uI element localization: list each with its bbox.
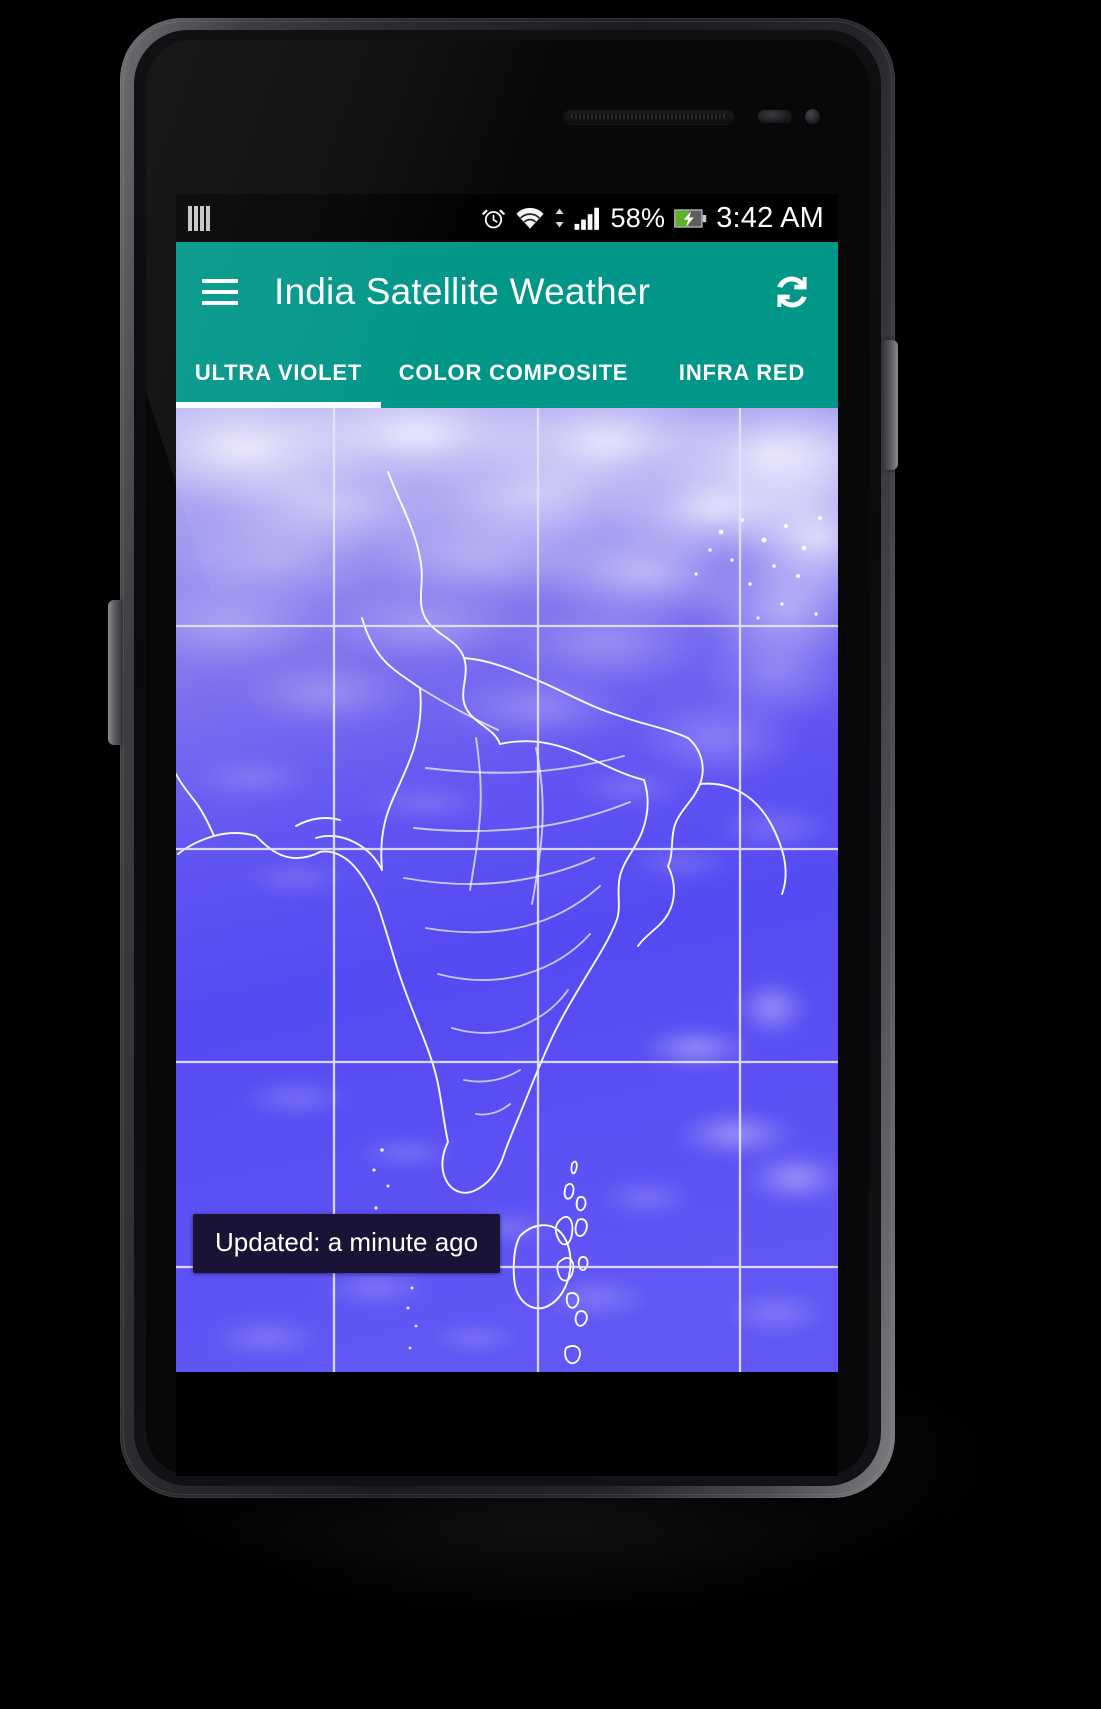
- proximity-sensor: [758, 110, 792, 123]
- bottom-bezel: [176, 1372, 838, 1476]
- tab-ultra-violet[interactable]: ULTRA VIOLET: [176, 342, 381, 386]
- status-bar-right: 58% 3:42 AM: [481, 201, 824, 234]
- power-button[interactable]: [882, 340, 898, 470]
- clock-label: 3:42 AM: [716, 201, 824, 234]
- hamburger-line-3: [202, 301, 238, 305]
- wifi-icon: [515, 207, 544, 229]
- screenshot-canvas: 58% 3:42 AM India Satellite Weather ULTR…: [0, 0, 1101, 1709]
- hamburger-menu-icon[interactable]: [202, 279, 238, 305]
- app-bar: India Satellite Weather: [176, 242, 838, 342]
- battery-percent-label: 58%: [610, 202, 666, 233]
- tab-color-composite[interactable]: COLOR COMPOSITE: [381, 342, 646, 386]
- hamburger-line-1: [202, 279, 238, 283]
- volume-button[interactable]: [108, 600, 123, 745]
- status-bar-left: [188, 205, 210, 231]
- toast-message: Updated: a minute ago: [193, 1214, 501, 1273]
- android-status-bar: 58% 3:42 AM: [176, 194, 838, 242]
- battery-charging-icon: [674, 208, 707, 228]
- refresh-button[interactable]: [768, 268, 816, 316]
- tab-bar: ULTRA VIOLET COLOR COMPOSITE INFRA RED: [176, 342, 838, 408]
- hamburger-line-2: [202, 290, 238, 294]
- device-screen: 58% 3:42 AM India Satellite Weather ULTR…: [176, 194, 838, 1372]
- sim-card-icon: [188, 205, 210, 231]
- up-down-arrows-icon: [555, 208, 564, 228]
- light-sensor: [805, 109, 820, 124]
- alarm-icon: [481, 209, 505, 228]
- page-title: India Satellite Weather: [274, 271, 651, 312]
- refresh-icon: [777, 276, 807, 308]
- tab-infra-red[interactable]: INFRA RED: [646, 342, 838, 386]
- cellular-signal-icon: [574, 207, 599, 230]
- earpiece-speaker: [563, 109, 735, 124]
